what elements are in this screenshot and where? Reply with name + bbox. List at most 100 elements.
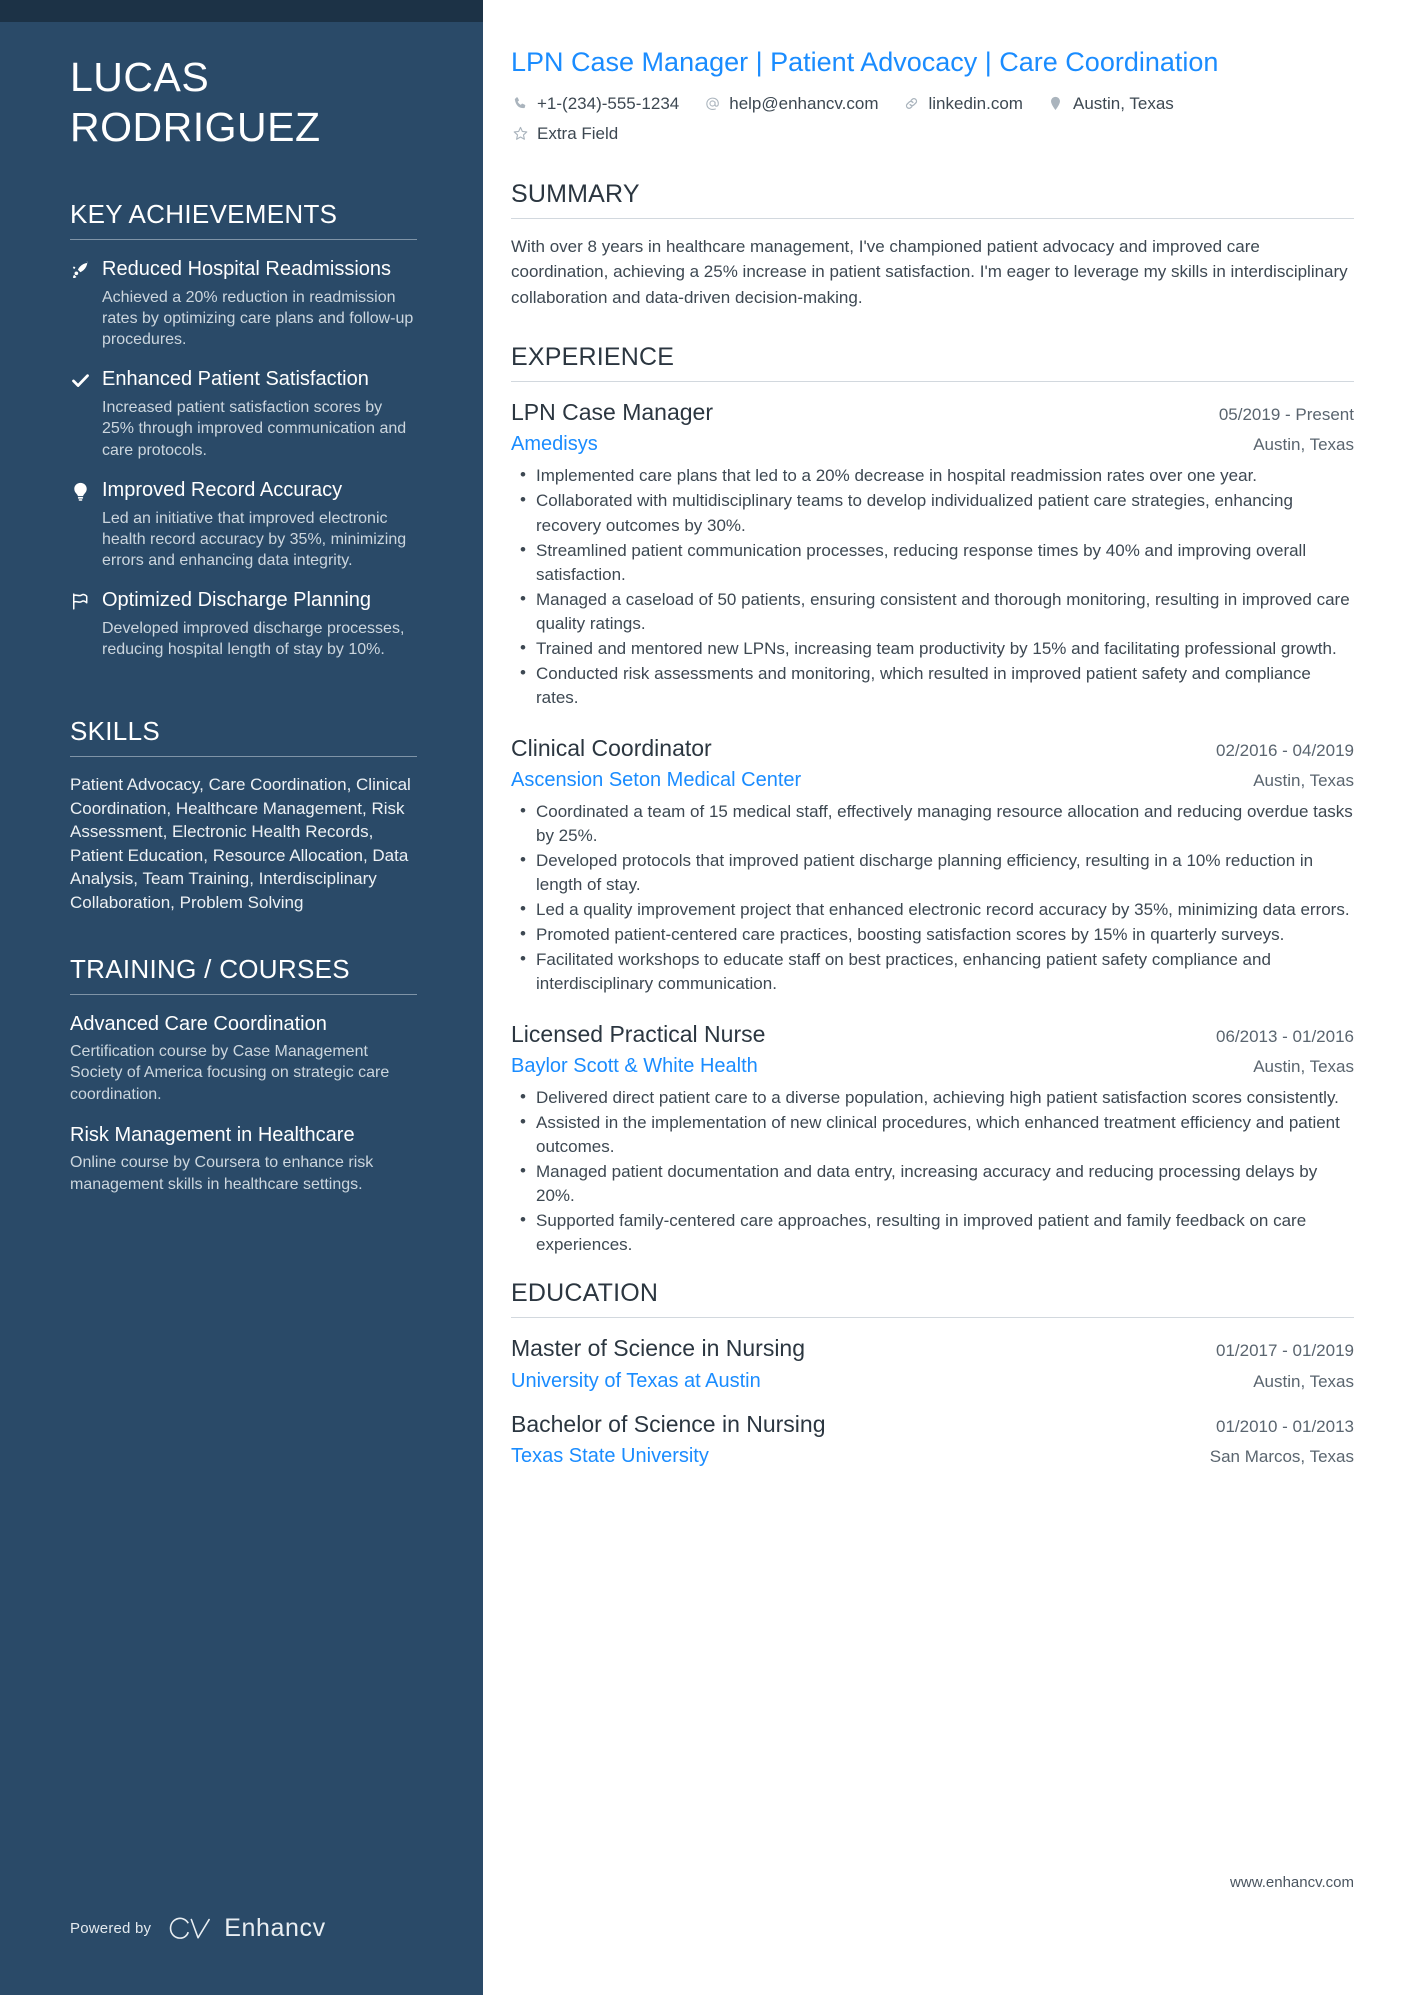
star-icon xyxy=(511,125,529,143)
phone-icon xyxy=(511,95,529,113)
experience-bullet-list: Coordinated a team of 15 medical staff, … xyxy=(511,799,1354,997)
section-skills: SKILLS Patient Advocacy, Care Coordinati… xyxy=(70,716,417,914)
course-description: Certification course by Case Management … xyxy=(70,1042,390,1103)
course-description: Online course by Coursera to enhance ris… xyxy=(70,1154,374,1193)
divider xyxy=(511,381,1354,383)
list-item: Promoted patient-centered care practices… xyxy=(511,922,1354,947)
education-location: San Marcos, Texas xyxy=(1209,1446,1354,1466)
email-at-icon xyxy=(703,95,721,113)
contact-extra-field-value: Extra Field xyxy=(537,123,619,143)
skills-list: Patient Advocacy, Care Coordination, Cli… xyxy=(70,775,411,912)
list-item: Led a quality improvement project that e… xyxy=(511,897,1354,922)
list-item: Managed a caseload of 50 patients, ensur… xyxy=(511,587,1354,636)
contact-linkedin-value: linkedin.com xyxy=(928,93,1023,113)
education-heading: EDUCATION xyxy=(511,1279,659,1308)
course-item: Risk Management in Healthcare Online cou… xyxy=(70,1122,417,1195)
main-content: LPN Case Manager | Patient Advocacy | Ca… xyxy=(483,0,1410,1995)
divider xyxy=(70,756,417,758)
contact-email[interactable]: help@enhancv.com xyxy=(703,94,878,114)
achievement-title: Reduced Hospital Readmissions xyxy=(102,258,392,281)
contact-info-row: +1-(234)-555-1234 help@enhancv.com linke… xyxy=(511,94,1354,144)
achievement-title: Optimized Discharge Planning xyxy=(102,589,372,612)
location-pin-icon xyxy=(1047,95,1065,113)
list-item: Coordinated a team of 15 medical staff, … xyxy=(511,799,1354,848)
resume-page: LUCAS RODRIGUEZ KEY ACHIEVEMENTS Reduced… xyxy=(0,0,1410,1995)
education-entry: Master of Science in Nursing 01/2017 - 0… xyxy=(511,1333,1354,1394)
education-date-range: 01/2010 - 01/2013 xyxy=(1215,1416,1354,1436)
experience-company[interactable]: Amedisys xyxy=(511,430,598,458)
section-training-courses: TRAINING / COURSES Advanced Care Coordin… xyxy=(70,954,417,1212)
contact-location[interactable]: Austin, Texas xyxy=(1047,94,1174,114)
key-achievements-heading: KEY ACHIEVEMENTS xyxy=(70,199,338,230)
link-icon xyxy=(902,95,920,113)
achievement-item: Reduced Hospital Readmissions Achieved a… xyxy=(70,256,417,350)
experience-location: Austin, Texas xyxy=(1253,435,1354,455)
contact-phone-value: +1-(234)-555-1234 xyxy=(537,93,680,113)
achievement-item: Optimized Discharge Planning Developed i… xyxy=(70,587,417,660)
experience-job-title: Licensed Practical Nurse xyxy=(511,1020,766,1047)
candidate-name: LUCAS RODRIGUEZ xyxy=(70,52,417,152)
education-degree: Bachelor of Science in Nursing xyxy=(511,1410,826,1437)
sidebar-top-bar xyxy=(0,0,483,22)
divider xyxy=(70,239,417,241)
achievement-title: Enhanced Patient Satisfaction xyxy=(102,368,369,391)
education-school[interactable]: Texas State University xyxy=(511,1442,709,1470)
achievement-item: Improved Record Accuracy Led an initiati… xyxy=(70,477,417,571)
list-item: Delivered direct patient care to a diver… xyxy=(511,1085,1354,1110)
experience-location: Austin, Texas xyxy=(1253,1056,1354,1076)
contact-location-value: Austin, Texas xyxy=(1072,93,1174,113)
contact-linkedin[interactable]: linkedin.com xyxy=(902,94,1023,114)
list-item: Managed patient documentation and data e… xyxy=(511,1159,1354,1208)
divider xyxy=(70,993,417,995)
section-experience: EXPERIENCE LPN Case Manager 05/2019 - Pr… xyxy=(511,343,1354,1279)
powered-by-label: Powered by xyxy=(70,1920,152,1937)
section-summary: SUMMARY With over 8 years in healthcare … xyxy=(511,180,1354,344)
contact-extra-field[interactable]: Extra Field xyxy=(511,124,618,144)
name-first: LUCAS xyxy=(70,54,210,100)
name-last: RODRIGUEZ xyxy=(70,104,321,151)
list-item: Developed protocols that improved patien… xyxy=(511,848,1354,897)
experience-entry: LPN Case Manager 05/2019 - Present Amedi… xyxy=(511,397,1354,458)
experience-job-title: LPN Case Manager xyxy=(511,399,713,426)
experience-date-range: 02/2016 - 04/2019 xyxy=(1215,740,1354,760)
section-key-achievements: KEY ACHIEVEMENTS Reduced Hospital Readmi… xyxy=(70,199,417,676)
experience-company[interactable]: Baylor Scott & White Health xyxy=(511,1052,758,1080)
achievement-description: Led an initiative that improved electron… xyxy=(102,509,407,569)
page-title: LPN Case Manager | Patient Advocacy | Ca… xyxy=(511,47,1219,77)
course-title: Risk Management in Healthcare xyxy=(70,1124,355,1147)
achievement-item: Enhanced Patient Satisfaction Increased … xyxy=(70,366,417,460)
achievement-description: Increased patient satisfaction scores by… xyxy=(102,399,407,459)
list-item: Supported family-centered care approache… xyxy=(511,1208,1354,1257)
education-school[interactable]: University of Texas at Austin xyxy=(511,1367,761,1395)
experience-entry: Clinical Coordinator 02/2016 - 04/2019 A… xyxy=(511,733,1354,794)
education-degree: Master of Science in Nursing xyxy=(511,1335,806,1362)
experience-company[interactable]: Ascension Seton Medical Center xyxy=(511,766,801,794)
divider xyxy=(511,1317,1354,1319)
summary-text: With over 8 years in healthcare manageme… xyxy=(511,236,1348,307)
course-title: Advanced Care Coordination xyxy=(70,1012,327,1035)
contact-email-value: help@enhancv.com xyxy=(729,93,879,113)
enhancv-wordmark: Enhancv xyxy=(224,1914,326,1942)
powered-by-footer: Powered by Enhancv xyxy=(70,1914,417,1995)
achievement-title: Improved Record Accuracy xyxy=(102,478,343,501)
list-item: Assisted in the implementation of new cl… xyxy=(511,1110,1354,1159)
education-entry: Bachelor of Science in Nursing 01/2010 -… xyxy=(511,1409,1354,1470)
skills-heading: SKILLS xyxy=(70,716,160,747)
enhancv-mark-icon xyxy=(169,1917,211,1939)
list-item: Collaborated with multidisciplinary team… xyxy=(511,488,1354,537)
course-item: Advanced Care Coordination Certification… xyxy=(70,1011,417,1105)
contact-phone[interactable]: +1-(234)-555-1234 xyxy=(511,94,679,114)
footer-url[interactable]: www.enhancv.com xyxy=(511,1874,1354,1943)
main-spacer xyxy=(511,1484,1354,1784)
list-item: Streamlined patient communication proces… xyxy=(511,538,1354,587)
section-education: EDUCATION Master of Science in Nursing 0… xyxy=(511,1279,1354,1483)
achievement-description: Achieved a 20% reduction in readmission … xyxy=(102,289,414,349)
experience-location: Austin, Texas xyxy=(1253,770,1354,790)
divider xyxy=(511,217,1354,219)
experience-date-range: 05/2019 - Present xyxy=(1218,405,1354,425)
education-date-range: 01/2017 - 01/2019 xyxy=(1215,1341,1354,1361)
experience-bullet-list: Delivered direct patient care to a diver… xyxy=(511,1085,1354,1258)
experience-date-range: 06/2013 - 01/2016 xyxy=(1215,1026,1354,1046)
experience-heading: EXPERIENCE xyxy=(511,343,675,372)
